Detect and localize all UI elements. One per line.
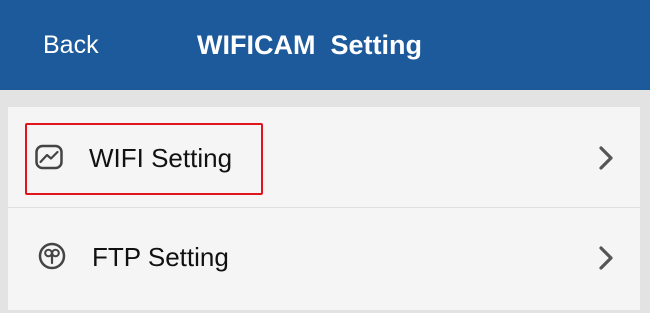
list-item-ftp-setting[interactable]: FTP Setting [8, 208, 640, 308]
chevron-right-icon [599, 246, 613, 270]
wifi-setting-icon [35, 144, 63, 170]
list-item-label: FTP Setting [92, 242, 229, 272]
back-button[interactable]: Back [43, 29, 99, 61]
list-item-wifi-setting[interactable]: WIFI Setting [8, 107, 640, 208]
app-header: Back WIFICAM Setting [0, 0, 650, 90]
ftp-setting-icon [38, 242, 66, 270]
list-item-label: WIFI Setting [89, 143, 233, 173]
chevron-right-icon [599, 146, 613, 170]
settings-list: WIFI Setting FTP Setting [8, 107, 640, 310]
page-title: WIFICAM Setting [197, 30, 422, 60]
